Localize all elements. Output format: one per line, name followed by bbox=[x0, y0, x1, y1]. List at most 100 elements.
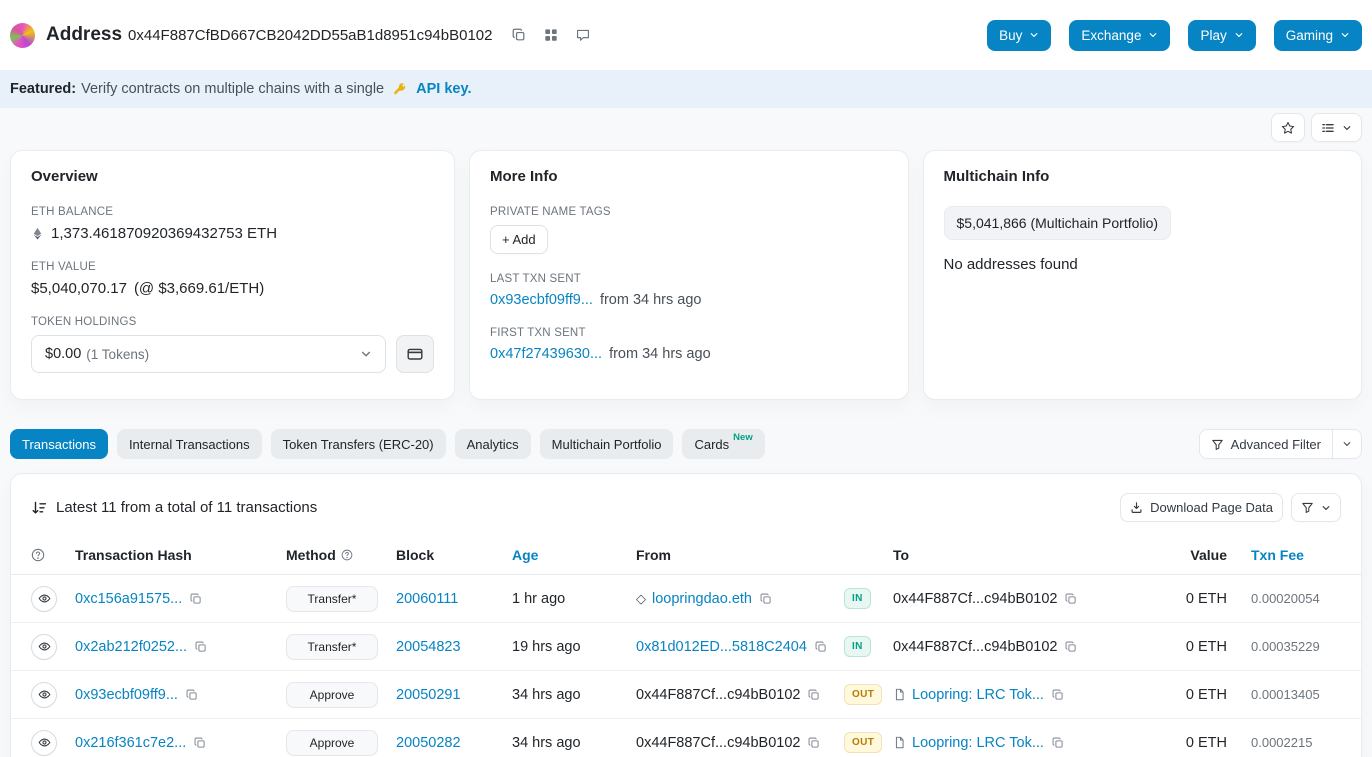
column-value: Value bbox=[1141, 547, 1227, 563]
copy-address-button[interactable] bbox=[508, 24, 530, 46]
tab-multichain-portfolio[interactable]: Multichain Portfolio bbox=[540, 429, 674, 459]
first-txn-label: FIRST TXN SENT bbox=[490, 327, 888, 339]
to-contract-link[interactable]: Loopring: LRC Tok... bbox=[912, 687, 1044, 703]
age-cell: 1 hr ago bbox=[512, 591, 636, 607]
table-filter-button[interactable] bbox=[1291, 493, 1341, 522]
qr-code-button[interactable] bbox=[540, 24, 562, 46]
copy-icon bbox=[808, 689, 820, 701]
help-icon[interactable] bbox=[341, 549, 353, 561]
txn-fee-cell: 0.00013405 bbox=[1251, 687, 1320, 702]
gaming-menu-button[interactable]: Gaming bbox=[1274, 20, 1362, 51]
copy-icon bbox=[808, 737, 820, 749]
advanced-filter-button[interactable]: Advanced Filter bbox=[1200, 430, 1332, 458]
tab-transactions[interactable]: Transactions bbox=[10, 429, 108, 459]
api-key-link[interactable]: API key. bbox=[416, 81, 471, 97]
eye-icon bbox=[38, 640, 51, 653]
copy-from-button[interactable] bbox=[813, 639, 829, 655]
token-holdings-select[interactable]: $0.00 (1 Tokens) bbox=[31, 335, 386, 373]
block-link[interactable]: 20060111 bbox=[396, 591, 458, 607]
method-badge: Transfer* bbox=[286, 634, 378, 660]
download-page-data-button[interactable]: Download Page Data bbox=[1120, 493, 1283, 522]
tab-label: Cards bbox=[694, 437, 729, 452]
play-menu-button[interactable]: Play bbox=[1188, 20, 1255, 51]
featured-text: Verify contracts on multiple chains with… bbox=[81, 81, 384, 97]
copy-icon bbox=[512, 28, 526, 42]
featured-banner: Featured: Verify contracts on multiple c… bbox=[0, 70, 1372, 108]
copy-icon bbox=[186, 689, 198, 701]
token-holdings-value: $0.00 bbox=[45, 346, 81, 362]
copy-tx-hash-button[interactable] bbox=[188, 591, 204, 607]
wallet-button[interactable] bbox=[396, 335, 434, 373]
column-txn-fee-toggle[interactable]: Txn Fee bbox=[1227, 547, 1341, 563]
column-transaction-hash: Transaction Hash bbox=[75, 547, 286, 563]
tx-hash-link[interactable]: 0x2ab212f0252... bbox=[75, 639, 187, 655]
exchange-menu-button[interactable]: Exchange bbox=[1069, 20, 1170, 51]
add-name-tag-button[interactable]: + Add bbox=[490, 225, 548, 254]
chevron-down-icon bbox=[1148, 30, 1158, 40]
copy-icon bbox=[1065, 641, 1077, 653]
copy-to-button[interactable] bbox=[1063, 639, 1079, 655]
copy-from-button[interactable] bbox=[758, 591, 774, 607]
from-address-link[interactable]: 0x81d012ED...5818C2404 bbox=[636, 639, 807, 655]
first-txn-hash-link[interactable]: 0x47f27439630... bbox=[490, 346, 602, 362]
column-age-toggle[interactable]: Age bbox=[512, 547, 636, 563]
value-cell: 0 ETH bbox=[1141, 735, 1227, 751]
txn-fee-cell: 0.00035229 bbox=[1251, 639, 1320, 654]
txn-fee-cell: 0.0002215 bbox=[1251, 735, 1312, 750]
copy-icon bbox=[760, 593, 772, 605]
tx-hash-link[interactable]: 0x93ecbf09ff9... bbox=[75, 687, 178, 703]
to-contract-link[interactable]: Loopring: LRC Tok... bbox=[912, 735, 1044, 751]
copy-tx-hash-button[interactable] bbox=[184, 687, 200, 703]
multichain-portfolio-badge[interactable]: $5,041,866 (Multichain Portfolio) bbox=[944, 206, 1172, 240]
value-cell: 0 ETH bbox=[1141, 687, 1227, 703]
star-icon bbox=[1281, 121, 1295, 135]
copy-tx-hash-button[interactable] bbox=[192, 735, 208, 751]
tx-preview-button[interactable] bbox=[31, 586, 57, 612]
tx-preview-button[interactable] bbox=[31, 730, 57, 756]
comment-icon bbox=[576, 28, 590, 42]
buy-menu-button[interactable]: Buy bbox=[987, 20, 1051, 51]
to-address-text: 0x44F887Cf...c94bB0102 bbox=[893, 639, 1057, 655]
txn-fee-cell: 0.00020054 bbox=[1251, 591, 1320, 606]
address-header: Address 0x44F887CfBD667CB2042DD55aB1d895… bbox=[0, 0, 1372, 70]
copy-tx-hash-button[interactable] bbox=[193, 639, 209, 655]
eye-icon bbox=[38, 592, 51, 605]
direction-badge: IN bbox=[844, 588, 871, 609]
tab-analytics[interactable]: Analytics bbox=[455, 429, 531, 459]
more-info-title: More Info bbox=[490, 168, 888, 185]
comment-button[interactable] bbox=[572, 24, 594, 46]
eth-value-amount: $5,040,070.17 bbox=[31, 280, 127, 297]
tab-token-transfers[interactable]: Token Transfers (ERC-20) bbox=[271, 429, 446, 459]
favorite-button[interactable] bbox=[1271, 113, 1305, 142]
copy-from-button[interactable] bbox=[806, 735, 822, 751]
tx-hash-link[interactable]: 0xc156a91575... bbox=[75, 591, 182, 607]
copy-to-button[interactable] bbox=[1050, 687, 1066, 703]
exchange-label: Exchange bbox=[1081, 28, 1141, 43]
last-txn-field: LAST TXN SENT 0x93ecbf09ff9... from 34 h… bbox=[490, 273, 888, 308]
more-options-button[interactable] bbox=[1311, 113, 1362, 142]
tx-preview-button[interactable] bbox=[31, 634, 57, 660]
chevron-down-icon bbox=[1029, 30, 1039, 40]
help-icon[interactable] bbox=[31, 548, 45, 562]
tab-internal-transactions[interactable]: Internal Transactions bbox=[117, 429, 262, 459]
tab-cards[interactable]: CardsNew bbox=[682, 429, 764, 459]
tx-hash-link[interactable]: 0x216f361c7e2... bbox=[75, 735, 186, 751]
block-link[interactable]: 20054823 bbox=[396, 639, 461, 655]
from-address-link[interactable]: loopringdao.eth bbox=[652, 591, 752, 607]
qr-grid-icon bbox=[544, 28, 558, 42]
copy-to-button[interactable] bbox=[1063, 591, 1079, 607]
advanced-filter-chevron-button[interactable] bbox=[1332, 430, 1361, 458]
tx-preview-button[interactable] bbox=[31, 682, 57, 708]
copy-icon bbox=[1052, 737, 1064, 749]
last-txn-hash-link[interactable]: 0x93ecbf09ff9... bbox=[490, 292, 593, 308]
sort-icon bbox=[31, 500, 47, 516]
copy-from-button[interactable] bbox=[806, 687, 822, 703]
age-cell: 34 hrs ago bbox=[512, 735, 636, 751]
copy-to-button[interactable] bbox=[1050, 735, 1066, 751]
block-link[interactable]: 20050282 bbox=[396, 735, 461, 751]
block-link[interactable]: 20050291 bbox=[396, 687, 461, 703]
copy-icon bbox=[815, 641, 827, 653]
tab-label: Internal Transactions bbox=[129, 437, 250, 452]
address-identicon bbox=[10, 23, 35, 48]
eth-value-field: ETH VALUE $5,040,070.17 (@ $3,669.61/ETH… bbox=[31, 261, 434, 297]
